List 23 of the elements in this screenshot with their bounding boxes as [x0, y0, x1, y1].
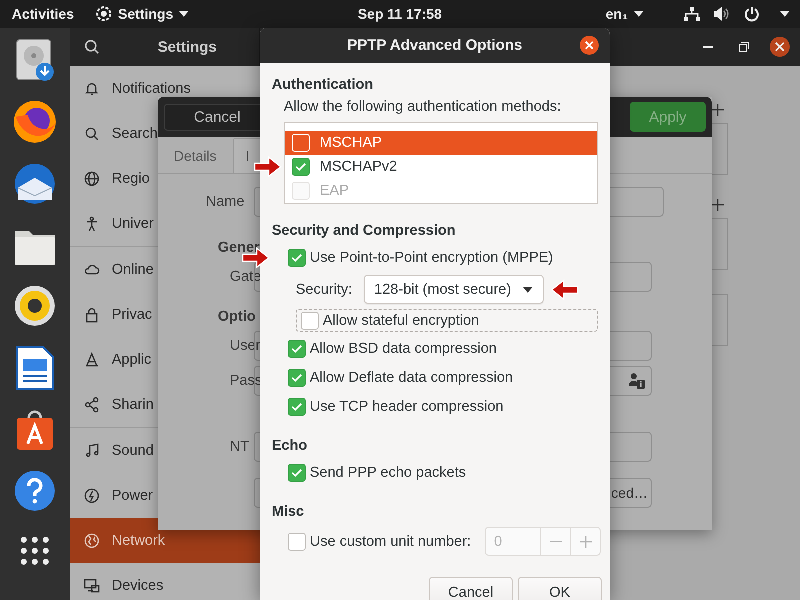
checkbox-label: Use custom unit number:: [310, 534, 472, 550]
field-label: Name: [206, 194, 245, 210]
caption: Allow the following authentication methods:: [284, 98, 562, 117]
method-label: EAP: [320, 183, 350, 199]
dialog-title: PPTP Advanced Options: [347, 37, 523, 54]
section-heading: Gener: [218, 240, 260, 256]
section-heading: Optio: [218, 309, 256, 325]
section-heading: Misc: [272, 503, 304, 522]
checkbox-label: Use Point-to-Point encryption (MPPE): [310, 250, 554, 266]
field-label: NT: [230, 439, 250, 455]
section-heading: Authentication: [272, 76, 374, 95]
checkbox-label: Allow BSD data compression: [310, 341, 497, 357]
checkbox-label: Allow Deflate data compression: [310, 370, 514, 386]
section-heading: Echo: [272, 437, 308, 456]
section-heading: Security and Compression: [272, 222, 456, 241]
field-label: Security:: [296, 282, 352, 298]
checkbox-label: Allow stateful encryption: [323, 312, 480, 328]
checkbox-label: Send PPP echo packets: [310, 465, 466, 481]
checkbox-label: Use TCP header compression: [310, 399, 504, 415]
method-label: MSCHAP: [320, 135, 382, 151]
field-label: User: [230, 338, 261, 354]
method-label: MSCHAPv2: [320, 159, 398, 175]
window-title: Settings: [158, 38, 217, 56]
